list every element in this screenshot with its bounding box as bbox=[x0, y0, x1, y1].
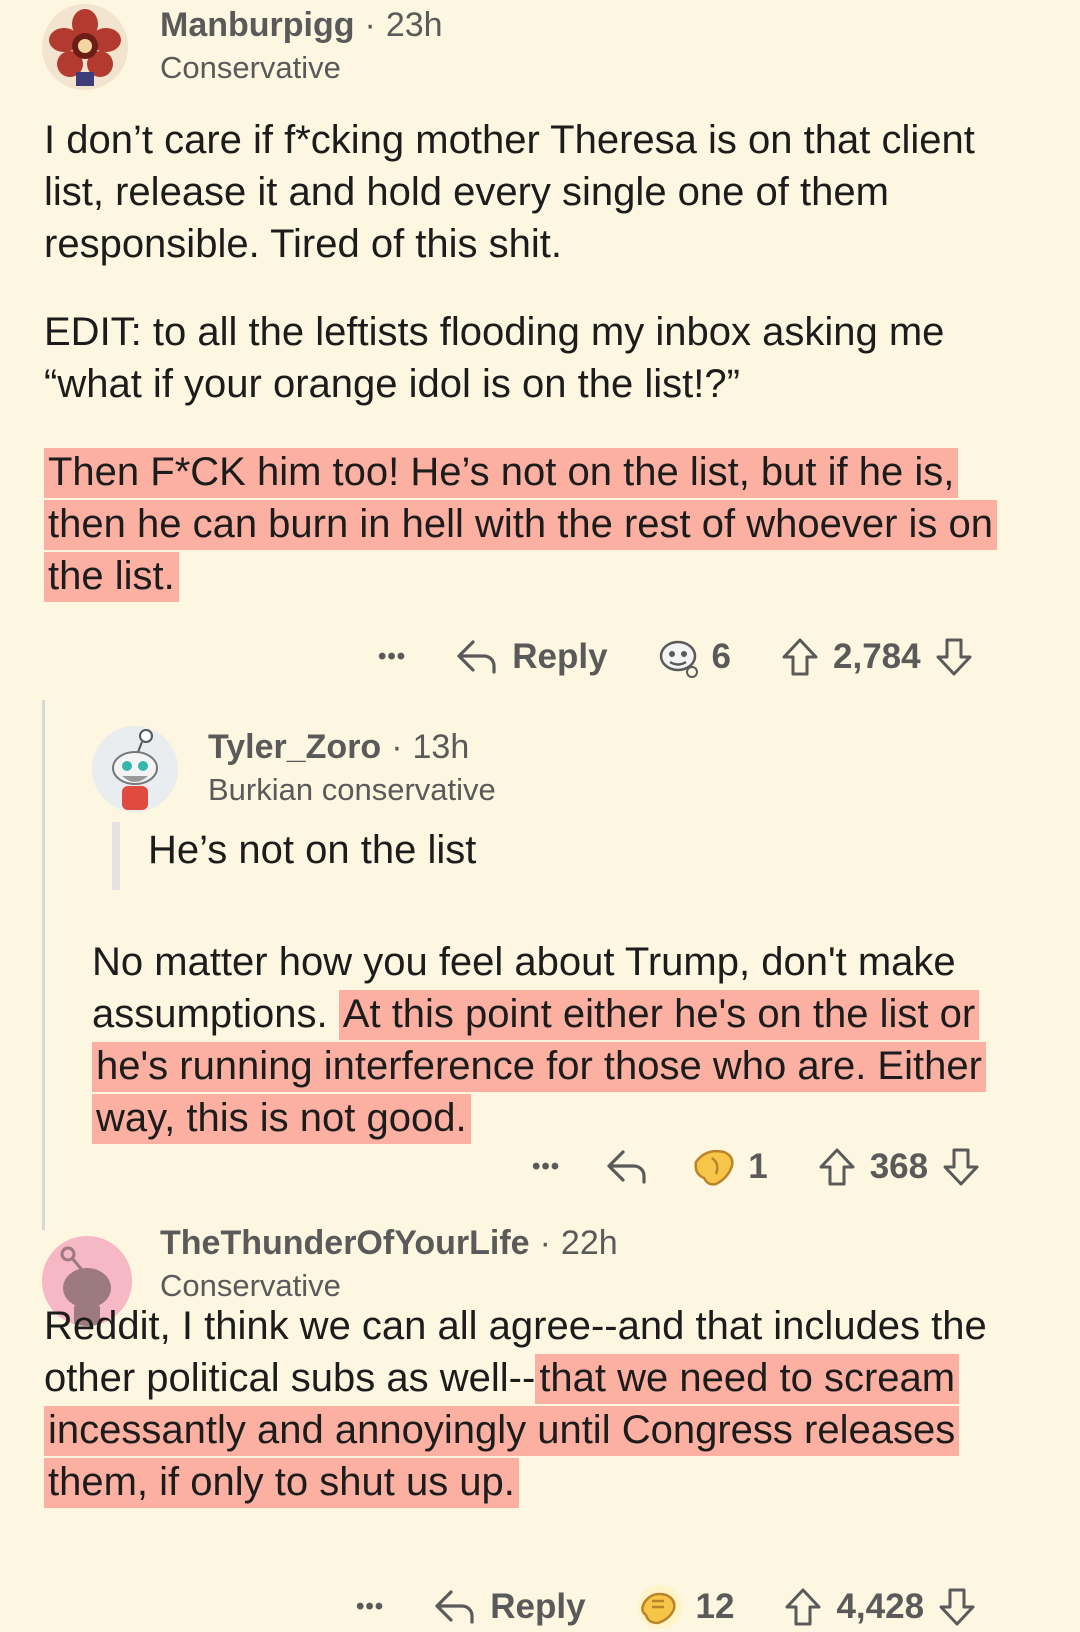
reply-icon bbox=[607, 1150, 646, 1184]
downvote-icon[interactable] bbox=[938, 1587, 976, 1627]
reply-button[interactable] bbox=[606, 1148, 648, 1186]
comment-body: No matter how you feel about Trump, don'… bbox=[92, 936, 1022, 1144]
user-flair: Conservative bbox=[160, 50, 341, 85]
comment-actions: ••• Reply 6 2,784 bbox=[378, 632, 973, 682]
user-flair: Burkian conservative bbox=[208, 772, 496, 807]
demogorgon-avatar-icon bbox=[42, 4, 128, 90]
award-button[interactable]: 1 bbox=[690, 1144, 768, 1190]
award-count: 6 bbox=[711, 637, 731, 676]
vote-controls: 2,784 bbox=[781, 637, 973, 677]
reply-icon bbox=[457, 640, 496, 674]
avatar[interactable] bbox=[42, 4, 128, 90]
vote-controls: 368 bbox=[818, 1147, 980, 1187]
username-line: Tyler_Zoro · 13h bbox=[208, 728, 469, 767]
comment-actions: ••• Reply 12 4,428 bbox=[356, 1582, 976, 1632]
award-icon bbox=[659, 640, 698, 678]
username[interactable]: Manburpigg bbox=[160, 6, 355, 44]
reply-button[interactable]: Reply bbox=[456, 637, 608, 677]
comment-1: Manburpigg · 23h Conservative I don’t care… bbox=[0, 0, 1080, 680]
comment-2: Tyler_Zoro · 13h Burkian conservative He’s… bbox=[0, 700, 1080, 1220]
timestamp: 13h bbox=[412, 728, 470, 766]
reply-icon bbox=[435, 1590, 474, 1624]
username-line: Manburpigg · 23h bbox=[160, 6, 443, 45]
award-button[interactable]: 6 bbox=[656, 634, 731, 680]
reply-label: Reply bbox=[490, 1587, 586, 1626]
comment-actions: ••• 1 368 bbox=[532, 1142, 980, 1192]
upvote-icon[interactable] bbox=[818, 1147, 856, 1187]
comment-body: Reddit, I think we can all agree--and th… bbox=[44, 1300, 1049, 1508]
username[interactable]: Tyler_Zoro bbox=[208, 728, 381, 766]
score: 368 bbox=[869, 1147, 929, 1186]
vote-controls: 4,428 bbox=[784, 1587, 976, 1627]
comment-body: I don’t care if f*cking mother Theresa i… bbox=[44, 114, 1034, 602]
reply-label: Reply bbox=[512, 637, 608, 676]
user-flair: Conservative bbox=[160, 1268, 341, 1303]
timestamp: 22h bbox=[560, 1224, 618, 1262]
timestamp: 23h bbox=[385, 6, 443, 44]
separator-dot: · bbox=[391, 728, 403, 766]
comment-paragraph: EDIT: to all the leftists flooding my in… bbox=[44, 310, 945, 406]
score: 2,784 bbox=[833, 637, 921, 676]
award-icon bbox=[637, 1585, 682, 1629]
more-icon[interactable]: ••• bbox=[356, 1593, 384, 1621]
reply-button[interactable]: Reply bbox=[434, 1587, 586, 1627]
avatar[interactable] bbox=[92, 726, 178, 812]
comment-paragraph: No matter how you feel about Trump, don'… bbox=[92, 936, 1022, 1144]
award-count: 12 bbox=[695, 1587, 735, 1626]
award-button[interactable]: 12 bbox=[634, 1583, 735, 1631]
downvote-icon[interactable] bbox=[935, 637, 973, 677]
snoo-avatar-icon bbox=[92, 726, 178, 812]
upvote-icon[interactable] bbox=[781, 637, 819, 677]
downvote-icon[interactable] bbox=[942, 1147, 980, 1187]
award-icon bbox=[694, 1149, 734, 1186]
separator-dot: · bbox=[364, 6, 376, 44]
comment-paragraph: Reddit, I think we can all agree--and th… bbox=[44, 1300, 1049, 1508]
comment-paragraph: I don’t care if f*cking mother Theresa i… bbox=[44, 118, 975, 266]
username-line: TheThunderOfYourLife · 22h bbox=[160, 1224, 618, 1263]
username[interactable]: TheThunderOfYourLife bbox=[160, 1224, 530, 1262]
award-count: 1 bbox=[748, 1147, 768, 1186]
more-icon[interactable]: ••• bbox=[378, 643, 406, 671]
comment-3: TheThunderOfYourLife · 22h Conservative Re… bbox=[0, 1224, 1080, 1632]
upvote-icon[interactable] bbox=[784, 1587, 822, 1627]
block-quote: He’s not on the list bbox=[112, 822, 476, 890]
highlight: Then F*CK him too! He’s not on the list,… bbox=[44, 448, 997, 602]
separator-dot: · bbox=[539, 1224, 551, 1262]
score: 4,428 bbox=[836, 1587, 925, 1626]
more-icon[interactable]: ••• bbox=[532, 1153, 560, 1181]
highlighted-paragraph: Then F*CK him too! He’s not on the list,… bbox=[44, 446, 1004, 602]
